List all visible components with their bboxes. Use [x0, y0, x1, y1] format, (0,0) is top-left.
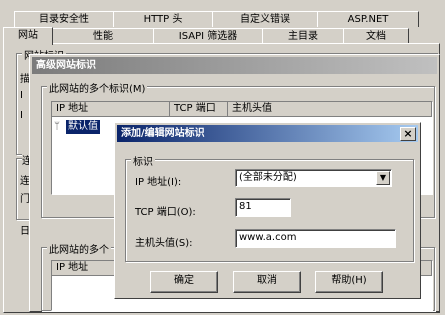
edit-dialog-title: 添加/编辑网站标识 — [121, 128, 205, 139]
ip-label: I — [20, 90, 23, 101]
ip-address-value: (全部未分配) — [239, 172, 297, 183]
chevron-down-icon[interactable]: ▼ — [376, 171, 390, 185]
col-header-ip[interactable]: IP 地址 — [52, 102, 170, 117]
edit-dialog-titlebar: 添加/编辑网站标识 — [117, 125, 418, 142]
network-icon: ᛘ — [54, 121, 60, 132]
advanced-dialog-title: 高级网站标识 — [36, 60, 96, 71]
tab-home-directory[interactable]: 主目录 — [262, 28, 344, 44]
list-item[interactable]: ᛘ 默认值 — [54, 120, 118, 134]
help-button[interactable]: 帮助(H) — [315, 271, 383, 293]
tab-http-headers[interactable]: HTTP 头 — [113, 11, 213, 27]
tcp-port-input[interactable]: 81 — [235, 198, 291, 217]
default-row-label: 默认值 — [66, 120, 100, 134]
tab-documents[interactable]: 文档 — [343, 28, 409, 44]
advanced-dialog-titlebar: 高级网站标识 — [32, 57, 437, 74]
host-header-input[interactable]: www.a.com — [235, 229, 396, 248]
col-header-port[interactable]: TCP 端口 — [170, 102, 228, 117]
tab-performance[interactable]: 性能 — [52, 28, 154, 44]
port-label: I — [20, 110, 23, 121]
cancel-button[interactable]: 取消 — [233, 271, 301, 293]
ip-address-select[interactable]: (全部未分配) ▼ — [235, 169, 392, 187]
host-header-label: 主机头值(S): — [135, 238, 193, 249]
ip-address-label: IP 地址(I): — [135, 177, 182, 188]
identity-legend: 标识 — [131, 153, 155, 168]
ok-button[interactable]: 确定 — [150, 271, 218, 293]
tab-isapi-filters[interactable]: ISAPI 筛选器 — [153, 28, 263, 44]
ssl-identities-legend: 此网站的多个 — [47, 241, 111, 256]
multiple-identities-legend: 此网站的多个标识(M) — [47, 80, 148, 95]
close-icon[interactable]: × — [400, 127, 416, 141]
tab-directory-security[interactable]: 目录安全性 — [14, 11, 114, 27]
edit-identity-dialog: 添加/编辑网站标识 × 标识 IP 地址(I): (全部未分配) ▼ TCP 端… — [114, 122, 421, 299]
tab-custom-errors[interactable]: 自定义错误 — [212, 11, 318, 27]
tcp-port-label: TCP 端口(O): — [135, 207, 196, 218]
tab-website[interactable]: 网站 — [3, 27, 53, 45]
tab-aspnet[interactable]: ASP.NET — [317, 11, 419, 27]
col-header-host[interactable]: 主机头值 — [228, 102, 432, 117]
